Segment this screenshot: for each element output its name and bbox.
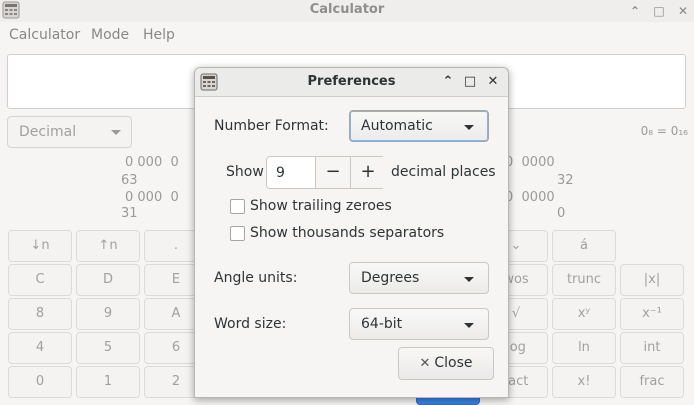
bit-row: 0 000 0 [125,190,179,205]
key-frac[interactable]: frac [620,366,684,398]
base-conversion-label: 0₈ = 0₁₆ [640,124,688,138]
minimize-icon[interactable]: ⌃ [626,2,644,20]
bit-index: 0 [557,206,566,221]
bit-row: 0 000 0 [125,155,179,170]
show-label: Show [226,164,264,180]
angle-units-value: Degrees [361,270,420,286]
key-c[interactable]: C [8,264,72,296]
bit-row: 0 0000 [505,155,555,170]
close-button[interactable]: ✕ Close [398,347,494,380]
title-bar: Calculator ⌃ □ ✕ [0,0,694,22]
number-format-label: Number Format: [214,118,329,134]
key-8[interactable]: 8 [8,298,72,330]
number-base-dropdown[interactable]: Decimal [7,116,132,148]
close-button-label: Close [434,355,473,371]
minimize-icon[interactable]: ⌃ [440,74,456,90]
close-icon[interactable]: ✕ [674,2,692,20]
key-int[interactable]: int [620,332,684,364]
key-abs[interactable]: |x| [620,264,684,296]
key-factorial[interactable]: x! [552,366,616,398]
chevron-down-icon [111,130,121,135]
key-5[interactable]: 5 [76,332,140,364]
key-1[interactable]: 1 [76,366,140,398]
show-trailing-zeroes-checkbox[interactable] [230,199,245,214]
bit-row: 0 0000 [505,190,555,205]
decimal-places-spinner[interactable]: 9 − + [266,156,385,189]
maximize-icon[interactable]: □ [650,2,668,20]
chevron-down-icon [464,125,474,130]
menu-calculator[interactable]: Calculator [9,27,80,43]
bit-index: 31 [121,206,138,221]
dialog-title-bar: Preferences ⌃ □ ✕ [195,68,508,97]
key-shift-up[interactable]: ↑n [76,230,140,262]
key-accent[interactable]: á [552,230,616,262]
key-power[interactable]: xʸ [552,298,616,330]
key-ln[interactable]: ln [552,332,616,364]
number-format-value: Automatic [361,118,433,134]
show-trailing-zeroes-label[interactable]: Show trailing zeroes [250,198,392,214]
key-0[interactable]: 0 [8,366,72,398]
close-icon[interactable]: ✕ [485,74,501,90]
decimal-places-label: decimal places [391,164,496,180]
word-size-value: 64-bit [361,316,403,332]
number-format-dropdown[interactable]: Automatic [349,110,489,142]
bit-index: 32 [557,173,574,188]
menu-help[interactable]: Help [143,27,175,43]
number-base-value: Decimal [19,124,77,140]
window-title: Calculator [309,2,385,17]
menu-bar: Calculator Mode Help [0,24,694,46]
chevron-down-icon [464,277,474,282]
show-thousands-separators-checkbox[interactable] [230,226,245,241]
key-inverse[interactable]: x⁻¹ [620,298,684,330]
increment-button[interactable]: + [350,157,385,188]
calculator-app-icon [2,1,20,19]
decrement-button[interactable]: − [315,157,350,188]
angle-units-dropdown[interactable]: Degrees [349,262,489,294]
key-9[interactable]: 9 [76,298,140,330]
key-shift-down[interactable]: ↓n [8,230,72,262]
word-size-label: Word size: [214,316,287,332]
decimal-places-input[interactable]: 9 [276,165,285,181]
word-size-dropdown[interactable]: 64-bit [349,308,489,340]
chevron-down-icon [464,323,474,328]
close-icon: ✕ [419,356,431,371]
maximize-icon[interactable]: □ [462,74,478,90]
show-thousands-separators-label[interactable]: Show thousands separators [250,225,444,241]
key-d[interactable]: D [76,264,140,296]
key-4[interactable]: 4 [8,332,72,364]
bit-index: 63 [121,173,138,188]
menu-mode[interactable]: Mode [91,27,129,43]
key-trunc[interactable]: trunc [552,264,616,296]
angle-units-label: Angle units: [214,270,298,286]
